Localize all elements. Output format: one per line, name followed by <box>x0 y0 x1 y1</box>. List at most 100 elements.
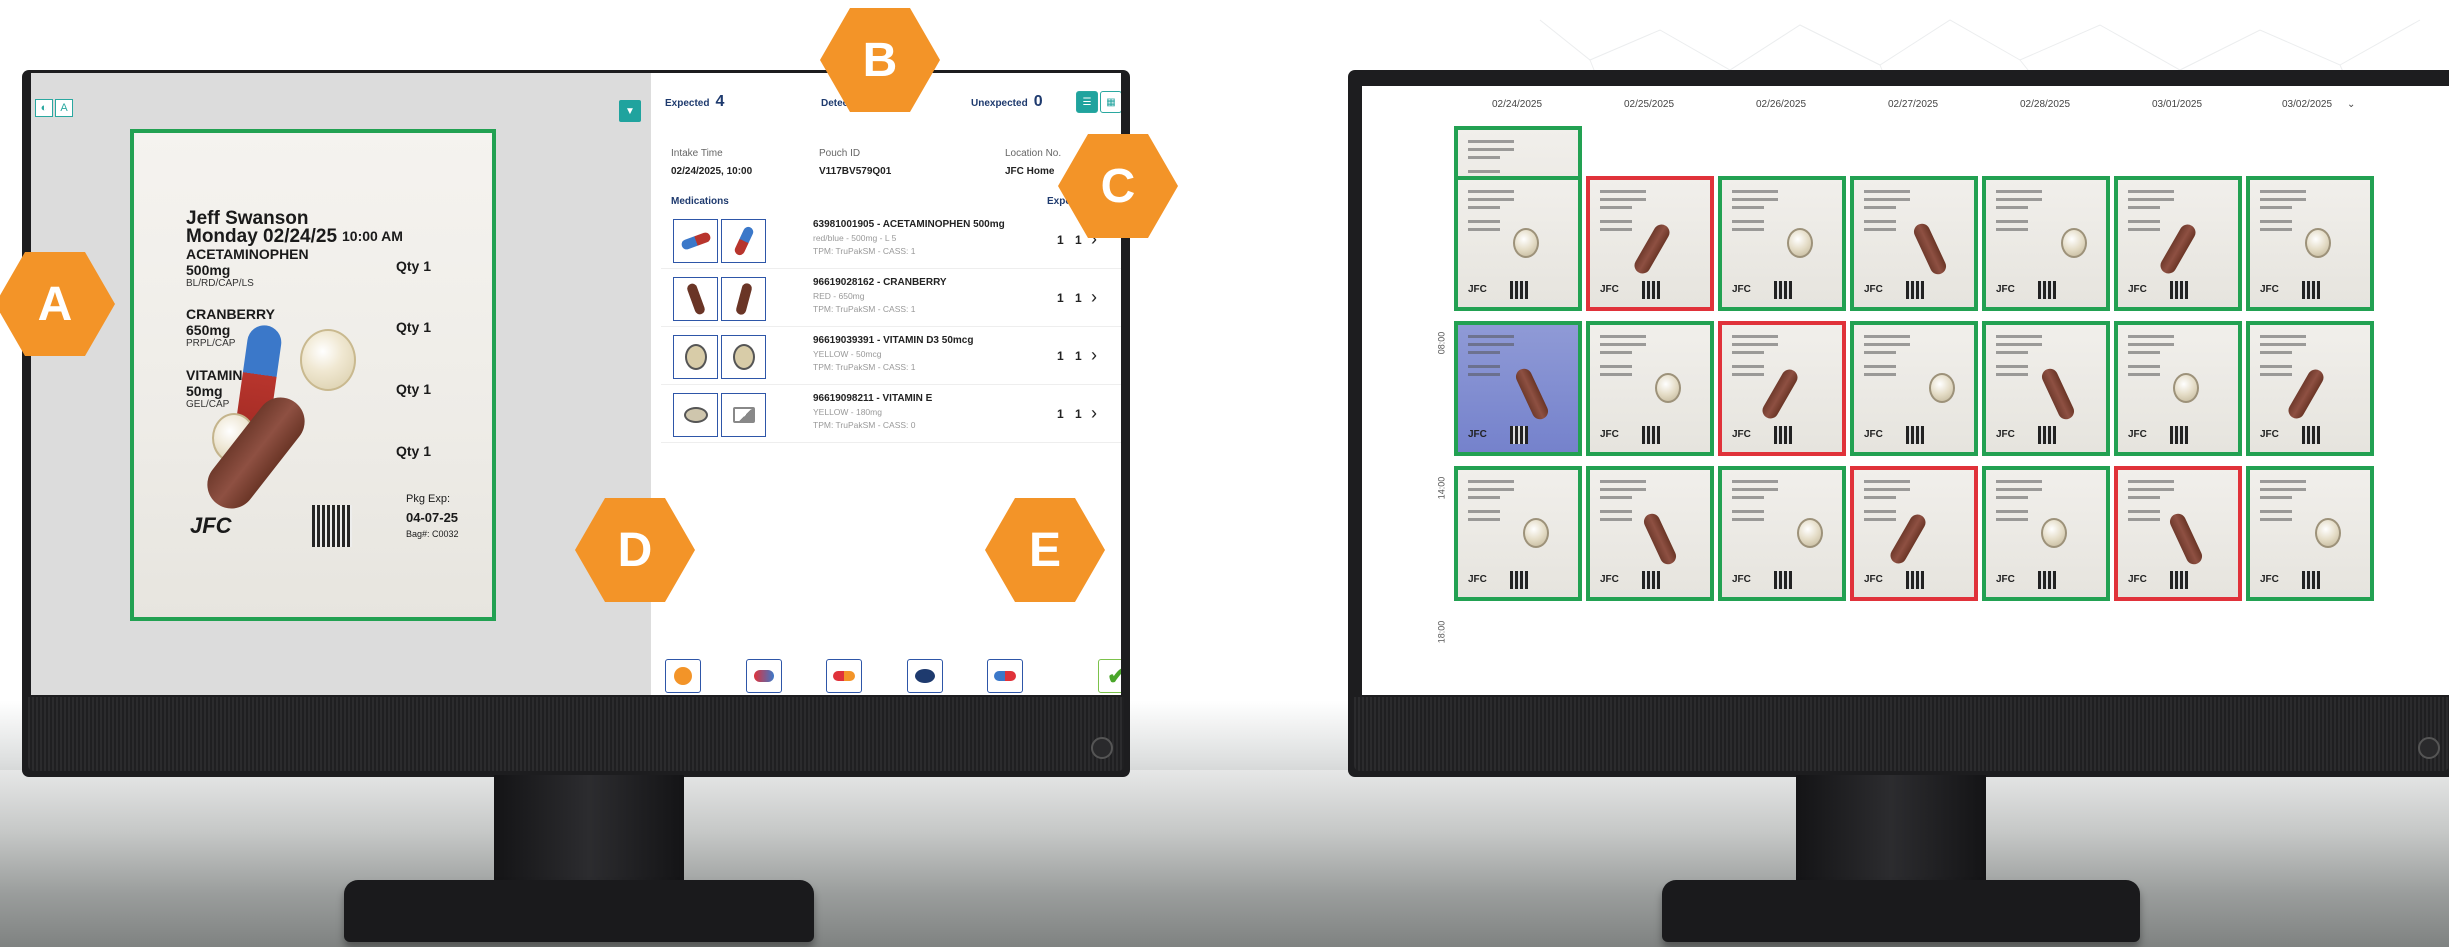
chevron-right-icon[interactable]: › <box>1091 287 1097 308</box>
med-thumbnail-1b[interactable] <box>721 219 766 263</box>
cell-qr-code <box>1642 571 1660 589</box>
label-text-line <box>2260 228 2292 231</box>
cell-qr-code <box>2170 571 2188 589</box>
label-text-line <box>1864 335 1910 338</box>
pouch-thumbnail[interactable]: JFC <box>1718 466 1846 601</box>
medication-row[interactable]: 63981001905 - ACETAMINOPHEN 500mg red/bl… <box>661 213 1121 269</box>
pouch-med3-name: VITAMIN <box>186 367 243 383</box>
med-thumbnail-2a[interactable] <box>673 277 718 321</box>
annotation-toggle-button[interactable]: A <box>55 99 73 117</box>
pouch-thumbnail[interactable]: JFC <box>2246 466 2374 601</box>
pouch-med2-strength: 650mg <box>186 322 231 338</box>
medication-row[interactable]: 96619098211 - VITAMIN E YELLOW - 180mg T… <box>661 387 1121 443</box>
pouch-thumbnail[interactable]: JFC <box>2114 176 2242 311</box>
label-text-line <box>1732 510 1764 513</box>
grid-view-button[interactable]: ▦ <box>1100 91 1121 113</box>
pouch-thumbnail[interactable]: JFC <box>1718 321 1846 456</box>
pill-swap-button[interactable] <box>826 659 862 693</box>
pouch-thumbnail[interactable]: JFC <box>2114 466 2242 601</box>
multi-pill-button[interactable] <box>746 659 782 693</box>
med-thumbnail-3b[interactable] <box>721 335 766 379</box>
med-thumbnail-2b[interactable] <box>721 277 766 321</box>
cell-logo: JFC <box>1468 574 1487 585</box>
cell-logo: JFC <box>1468 429 1487 440</box>
pill-image <box>1513 366 1551 422</box>
medications-header: Medications <box>671 196 729 207</box>
label-text-line <box>2128 335 2174 338</box>
right-screen: 02/24/2025 02/25/2025 02/26/2025 02/27/2… <box>1362 86 2449 695</box>
label-text-line <box>2260 480 2306 483</box>
chevron-right-icon[interactable]: › <box>1091 345 1097 366</box>
chevron-right-icon[interactable]: › <box>1091 403 1097 424</box>
cell-qr-code <box>1906 571 1924 589</box>
label-text-line <box>1996 190 2042 193</box>
label-text-line <box>1468 156 1500 159</box>
pouch-thumbnail[interactable]: JFC <box>1850 321 1978 456</box>
med-thumbnail-4b[interactable] <box>721 393 766 437</box>
contrast-toggle-button[interactable]: ◐ <box>35 99 53 117</box>
confirm-checkmark-button[interactable]: ✔ <box>1098 659 1121 693</box>
flag-unknown-pill-button[interactable] <box>665 659 701 693</box>
label-text-line <box>1732 373 1764 376</box>
pouch-thumbnail[interactable]: JFC <box>2246 176 2374 311</box>
cell-logo: JFC <box>1996 574 2015 585</box>
label-text-line <box>1468 518 1500 521</box>
date-header: 02/26/2025 <box>1756 99 1807 110</box>
pill-split-button[interactable] <box>907 659 943 693</box>
pouch-pkg-exp-label: Pkg Exp: <box>406 493 451 505</box>
date-header[interactable]: 03/02/2025 <box>2282 99 2332 110</box>
pouch-thumbnail[interactable]: JFC <box>1982 466 2110 601</box>
list-view-button[interactable]: ☰ <box>1076 91 1098 113</box>
pouch-thumbnail[interactable]: JFC <box>2246 321 2374 456</box>
right-power-button[interactable] <box>2418 737 2440 759</box>
med-desc: RED - 650mg <box>813 291 865 301</box>
medication-row[interactable]: 96619028162 - CRANBERRY RED - 650mg TPM:… <box>661 271 1121 327</box>
cell-qr-code <box>1642 426 1660 444</box>
date-header: 02/28/2025 <box>2020 99 2071 110</box>
pill-image <box>2167 511 2205 567</box>
label-text-line <box>1468 335 1514 338</box>
pouch-thumbnail[interactable]: JFC <box>1454 321 1582 456</box>
pouch-thumbnail[interactable]: JFC <box>1718 176 1846 311</box>
image-menu-dropdown[interactable]: ▼ <box>619 100 641 122</box>
med-detected: 1 <box>1075 291 1082 305</box>
med-thumbnail-3a[interactable] <box>673 335 718 379</box>
pill-split-icon <box>915 669 935 683</box>
cell-qr-code <box>1774 281 1792 299</box>
pouch-thumbnail[interactable]: JFC <box>1982 176 2110 311</box>
pouch-thumbnail[interactable]: JFC <box>1850 176 1978 311</box>
label-text-line <box>2128 198 2174 201</box>
pouch-thumbnail[interactable]: JFC <box>2114 321 2242 456</box>
pouch-logo: JFC <box>190 513 232 538</box>
label-text-line <box>2128 510 2160 513</box>
label-text-line <box>1468 365 1500 368</box>
cell-logo: JFC <box>1468 284 1487 295</box>
pouch-thumbnail[interactable]: JFC <box>1850 466 1978 601</box>
pouch-thumbnail[interactable]: JFC <box>1454 176 1582 311</box>
capsule-icon <box>833 671 855 681</box>
pill-image <box>1787 228 1813 258</box>
date-header: 02/27/2025 <box>1888 99 1939 110</box>
pouch-thumbnail[interactable]: JFC <box>1982 321 2110 456</box>
pill-edit-button[interactable] <box>987 659 1023 693</box>
pouch-thumbnail[interactable]: JFC <box>1586 176 1714 311</box>
label-text-line <box>1864 488 1910 491</box>
pouch-qr-code <box>312 505 352 547</box>
right-monitor-speaker <box>1354 697 2449 771</box>
med-thumbnail-1a[interactable] <box>673 219 718 263</box>
expected-label: Expected <box>665 98 710 109</box>
label-text-line <box>1732 206 1764 209</box>
pouch-thumbnail[interactable]: JFC <box>1586 466 1714 601</box>
label-text-line <box>2260 351 2292 354</box>
med-thumbnail-4a[interactable] <box>673 393 718 437</box>
chevron-down-icon[interactable]: ⌄ <box>2347 99 2355 110</box>
pouch-thumbnail[interactable]: JFC <box>1586 321 1714 456</box>
pouch-image-pane: ◐ A ▼ Jeff Swanson Monday 02/24/25 10:00… <box>31 73 650 695</box>
pouch-thumbnail[interactable]: JFC <box>1454 466 1582 601</box>
left-power-button[interactable] <box>1091 737 1113 759</box>
pouch-med1-desc: BL/RD/CAP/LS <box>186 278 254 289</box>
medication-row[interactable]: 96619039391 - VITAMIN D3 50mcg YELLOW - … <box>661 329 1121 385</box>
label-text-line <box>1864 373 1896 376</box>
label-text-line <box>1864 220 1896 223</box>
label-text-line <box>1600 220 1632 223</box>
